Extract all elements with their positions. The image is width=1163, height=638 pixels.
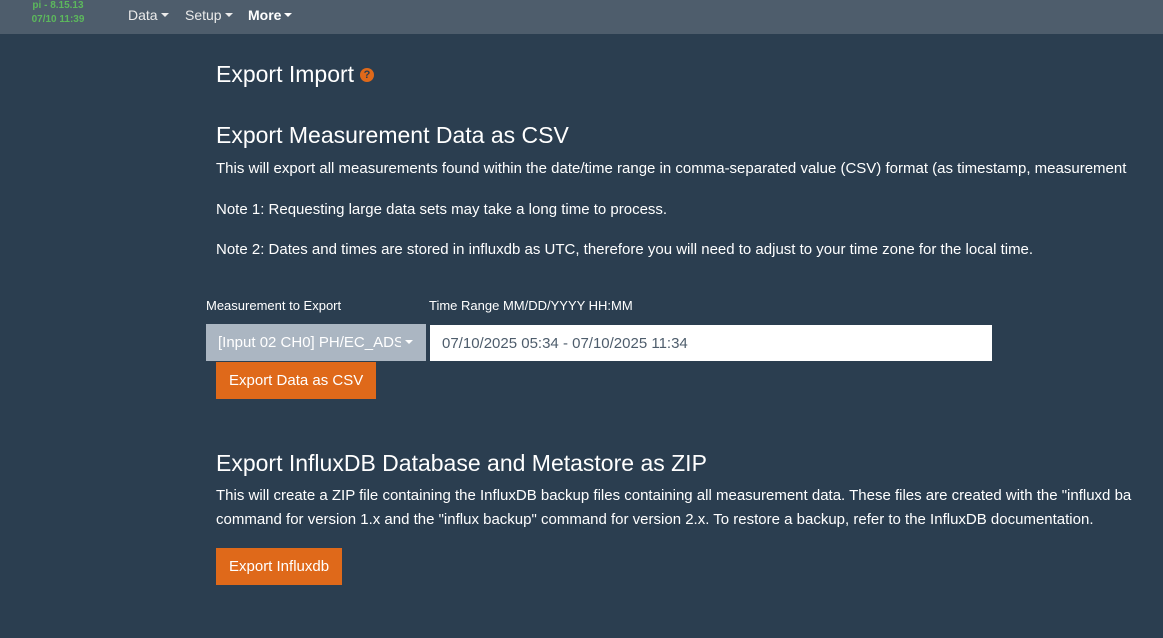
brand-datetime: 07/10 11:39 bbox=[31, 14, 85, 25]
page-title: Export Import? bbox=[216, 60, 375, 88]
nav-menu-data[interactable]: Data bbox=[128, 6, 169, 24]
influx-description-line-2: command for version 1.x and the "influx … bbox=[216, 511, 1094, 528]
nav-menu-more-label: More bbox=[248, 7, 282, 23]
help-icon[interactable]: ? bbox=[360, 67, 375, 82]
brand-host-version: pi - 8.15.13 bbox=[32, 0, 84, 11]
csv-section-heading: Export Measurement Data as CSV bbox=[216, 122, 569, 148]
influx-section-heading: Export InfluxDB Database and Metastore a… bbox=[216, 450, 707, 476]
page-title-text: Export Import bbox=[216, 61, 355, 87]
nav-menu-data-label: Data bbox=[128, 7, 158, 23]
caret-down-icon bbox=[284, 13, 293, 18]
caret-down-icon bbox=[224, 13, 233, 18]
csv-note-2: Note 2: Dates and times are stored in in… bbox=[216, 241, 1034, 258]
navbar: pi - 8.15.13 07/10 11:39 Data Setup More bbox=[0, 0, 1163, 34]
nav-menu-setup[interactable]: Setup bbox=[185, 6, 233, 24]
measurement-label: Measurement to Export bbox=[206, 298, 342, 313]
nav-menu-more[interactable]: More bbox=[248, 6, 293, 24]
caret-down-icon bbox=[160, 13, 169, 18]
measurement-select-value: [Input 02 CH0] PH/EC_ADS1115 bbox=[218, 334, 401, 351]
time-range-input[interactable] bbox=[430, 325, 992, 361]
brand-status[interactable]: pi - 8.15.13 07/10 11:39 bbox=[12, 0, 104, 27]
time-range-label: Time Range MM/DD/YYYY HH:MM bbox=[429, 298, 633, 313]
csv-note-1: Note 1: Requesting large data sets may t… bbox=[216, 201, 668, 218]
influx-description-line-1: This will create a ZIP file containing t… bbox=[216, 487, 1132, 504]
csv-description: This will export all measurements found … bbox=[216, 160, 1127, 177]
measurement-select[interactable]: [Input 02 CH0] PH/EC_ADS1115 bbox=[206, 324, 426, 361]
export-influxdb-button[interactable]: Export Influxdb bbox=[216, 548, 343, 585]
caret-down-icon bbox=[405, 340, 413, 345]
export-csv-button[interactable]: Export Data as CSV bbox=[216, 362, 377, 399]
nav-menu-setup-label: Setup bbox=[185, 7, 222, 23]
